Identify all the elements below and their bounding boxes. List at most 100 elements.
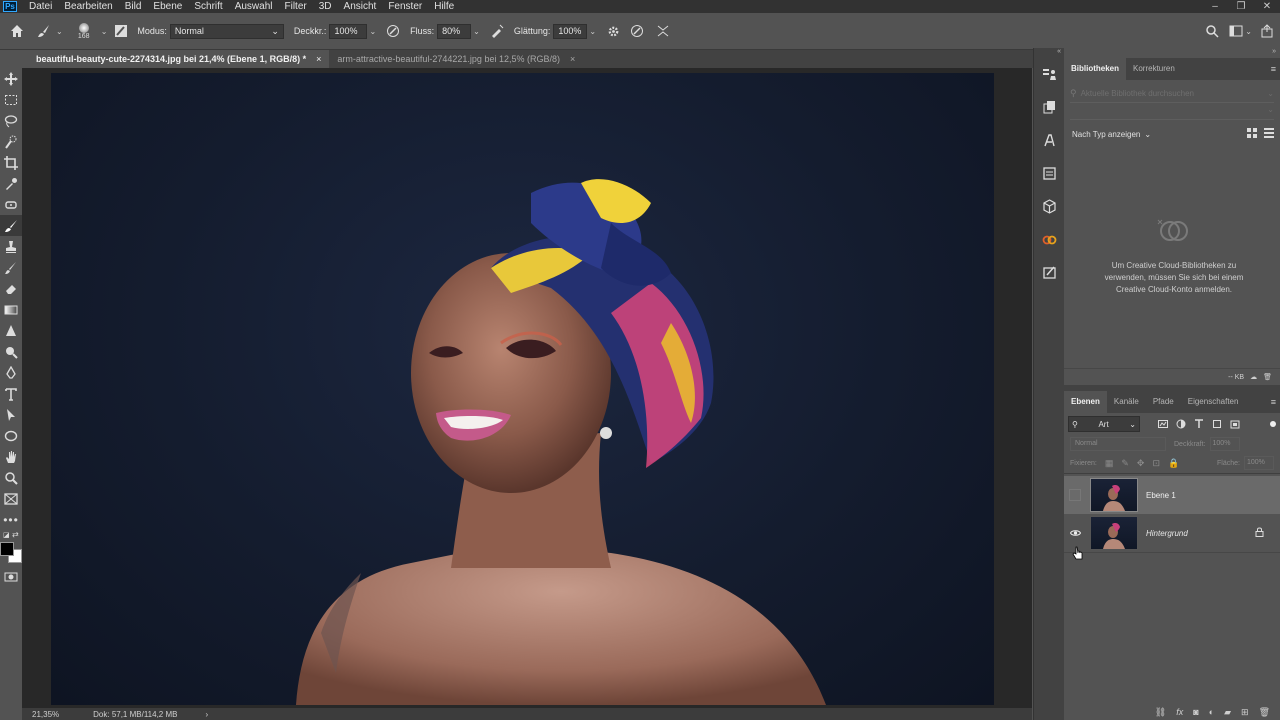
airbrush-icon[interactable] xyxy=(486,24,508,38)
list-view-icon[interactable] xyxy=(1264,128,1274,140)
adobe-cc-icon[interactable] xyxy=(1034,223,1064,256)
lock-pixels-icon[interactable]: ✎ xyxy=(1121,458,1129,469)
visibility-toggle[interactable] xyxy=(1064,476,1086,514)
group-icon[interactable]: ▰ xyxy=(1224,707,1231,718)
library-search[interactable]: ⚲ Aktuelle Bibliothek durchsuchen ⌄ xyxy=(1070,84,1274,103)
tab-pfade[interactable]: Pfade xyxy=(1146,391,1181,413)
layer-name[interactable]: Ebene 1 xyxy=(1146,491,1176,500)
view-by-dropdown[interactable]: Nach Typ anzeigen xyxy=(1072,130,1140,139)
grid-view-icon[interactable] xyxy=(1247,128,1257,140)
brush-size-picker[interactable]: 168 xyxy=(69,15,99,47)
healing-brush-tool-icon[interactable] xyxy=(0,194,22,215)
chevron-down-icon[interactable]: ⌄ xyxy=(56,27,63,36)
foreground-color-swatch[interactable] xyxy=(0,542,14,556)
learn-panel-icon[interactable] xyxy=(1034,58,1064,91)
gradient-tool-icon[interactable] xyxy=(0,299,22,320)
tab-ebenen[interactable]: Ebenen xyxy=(1064,391,1107,413)
collapse-right-icon[interactable]: » xyxy=(1064,48,1280,58)
pixel-filter-icon[interactable] xyxy=(1158,419,1168,429)
search-icon[interactable] xyxy=(1205,24,1219,38)
menu-fenster[interactable]: Fenster xyxy=(382,0,428,13)
tab-bibliotheken[interactable]: Bibliotheken xyxy=(1064,58,1127,80)
close-icon[interactable]: × xyxy=(570,50,575,68)
menu-hilfe[interactable]: Hilfe xyxy=(428,0,460,13)
layer-row-hintergrund[interactable]: Hintergrund xyxy=(1064,514,1280,553)
library-select[interactable]: ⌄ xyxy=(1070,105,1274,120)
opacity-input[interactable]: 100% xyxy=(329,23,368,39)
tab-document-2[interactable]: arm-attractive-beautiful-2744221.jpg bei… xyxy=(329,50,583,68)
layer-name[interactable]: Hintergrund xyxy=(1146,529,1188,538)
layer-row-ebene-1[interactable]: Ebene 1 xyxy=(1064,476,1280,514)
3d-panel-icon[interactable] xyxy=(1034,190,1064,223)
notes-panel-icon[interactable] xyxy=(1034,256,1064,289)
character-panel-icon[interactable] xyxy=(1034,124,1064,157)
gear-icon[interactable] xyxy=(602,25,624,38)
chevron-down-icon[interactable]: ⌄ xyxy=(369,27,376,36)
fx-icon[interactable]: fx xyxy=(1176,707,1183,717)
ellipse-tool-icon[interactable] xyxy=(0,425,22,446)
chevron-down-icon[interactable]: ⌄ xyxy=(1144,130,1151,139)
tab-korrekturen[interactable]: Korrekturen xyxy=(1126,58,1182,80)
paragraph-panel-icon[interactable] xyxy=(1034,157,1064,190)
lasso-tool-icon[interactable] xyxy=(0,110,22,131)
crop-tool-icon[interactable] xyxy=(0,152,22,173)
history-brush-tool-icon[interactable] xyxy=(0,257,22,278)
panel-menu-icon[interactable]: ≡ xyxy=(1271,397,1276,407)
default-colors-icon[interactable]: ◪ xyxy=(3,531,10,539)
chevron-down-icon[interactable]: ⌄ xyxy=(1245,27,1252,36)
blend-mode-select[interactable]: Normal xyxy=(1070,437,1166,451)
restore-button[interactable]: ❐ xyxy=(1228,0,1254,13)
panel-menu-icon[interactable]: ≡ xyxy=(1271,64,1276,74)
brush-tool-icon[interactable] xyxy=(0,215,22,236)
trash-icon[interactable]: 🗑 xyxy=(1263,373,1272,381)
libraries-panel-icon[interactable] xyxy=(1034,91,1064,124)
quick-mask-icon[interactable] xyxy=(0,566,22,587)
tab-kanaele[interactable]: Kanäle xyxy=(1107,391,1146,413)
chevron-down-icon[interactable]: ⌄ xyxy=(1267,89,1274,98)
brush-settings-icon[interactable] xyxy=(111,24,131,38)
close-icon[interactable]: × xyxy=(316,50,321,68)
share-icon[interactable] xyxy=(1260,24,1274,38)
status-menu-arrow[interactable]: › xyxy=(205,710,208,719)
minimize-button[interactable]: – xyxy=(1202,0,1228,13)
link-icon[interactable]: ⛓ xyxy=(1155,707,1166,718)
mode-select[interactable]: Normal ⌄ xyxy=(169,23,284,39)
eyedropper-tool-icon[interactable] xyxy=(0,173,22,194)
pen-tool-icon[interactable] xyxy=(0,362,22,383)
adjustment-icon[interactable]: ◐ xyxy=(1209,707,1214,717)
tab-document-1[interactable]: beautiful-beauty-cute-2274314.jpg bei 21… xyxy=(28,50,330,68)
menu-ebene[interactable]: Ebene xyxy=(147,0,188,13)
flow-input[interactable]: 80% xyxy=(437,23,472,39)
brush-tool-preset-icon[interactable] xyxy=(34,24,54,38)
tab-eigenschaften[interactable]: Eigenschaften xyxy=(1181,391,1246,413)
zoom-tool-icon[interactable] xyxy=(0,467,22,488)
chevron-down-icon[interactable]: ⌄ xyxy=(101,27,108,36)
menu-schrift[interactable]: Schrift xyxy=(188,0,228,13)
collapse-panels-icon[interactable]: « xyxy=(1034,48,1064,58)
quick-selection-tool-icon[interactable] xyxy=(0,131,22,152)
more-tools-icon[interactable]: ••• xyxy=(0,509,22,530)
fill-input[interactable]: 100% xyxy=(1244,456,1274,470)
eraser-tool-icon[interactable] xyxy=(0,278,22,299)
layer-kind-filter[interactable]: ⚲ Art ⌄ xyxy=(1068,416,1140,432)
move-tool-icon[interactable] xyxy=(0,68,22,89)
layer-opacity-input[interactable]: 100% xyxy=(1209,437,1240,451)
frame-tool-icon[interactable] xyxy=(0,488,22,509)
document-image[interactable] xyxy=(51,73,994,705)
lock-all-icon[interactable]: 🔒 xyxy=(1168,458,1179,469)
menu-datei[interactable]: Datei xyxy=(23,0,58,13)
menu-ansicht[interactable]: Ansicht xyxy=(338,0,383,13)
dodge-tool-icon[interactable] xyxy=(0,341,22,362)
pressure-size-icon[interactable] xyxy=(624,24,650,38)
smoothing-input[interactable]: 100% xyxy=(553,23,588,39)
cloud-icon[interactable]: ☁ xyxy=(1250,373,1257,381)
lock-transparency-icon[interactable]: ▦ xyxy=(1105,458,1114,469)
lock-position-icon[interactable]: ✥ xyxy=(1137,458,1145,469)
type-filter-icon[interactable] xyxy=(1194,419,1204,429)
marquee-tool-icon[interactable] xyxy=(0,89,22,110)
menu-filter[interactable]: Filter xyxy=(279,0,313,13)
shape-filter-icon[interactable] xyxy=(1212,419,1222,429)
new-layer-icon[interactable]: ⊞ xyxy=(1241,707,1249,718)
mask-icon[interactable]: ◙ xyxy=(1193,707,1198,717)
lock-icon[interactable] xyxy=(1255,527,1264,540)
